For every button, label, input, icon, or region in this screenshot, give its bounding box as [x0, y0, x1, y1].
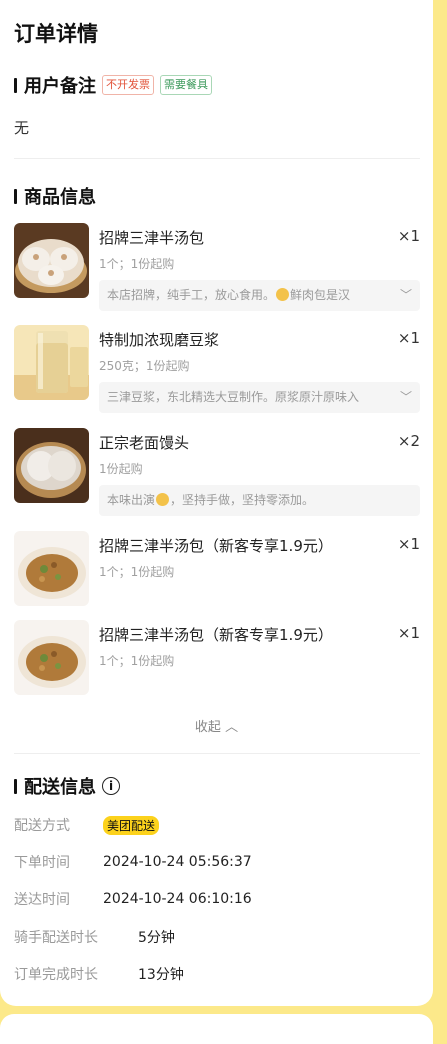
delivery-title: 配送信息 [24, 777, 96, 798]
remark-section-header: 用户备注 不开发票 需要餐具 [14, 72, 212, 98]
section-marker [14, 778, 17, 794]
chevron-down-icon[interactable]: ﹀ [400, 280, 412, 311]
item-spec: 1个；1份起购 [99, 565, 175, 579]
collapse-label: 收起 [194, 720, 221, 735]
item-quantity: ×1 [397, 329, 420, 347]
item-name: 特制加浓现磨豆浆 [99, 331, 220, 349]
delivered-time-row: 送达时间 2024-10-24 06:10:16 [14, 889, 252, 909]
delivery-method-badge: 美团配送 [103, 815, 160, 835]
remark-text: 无 [14, 119, 30, 137]
item-description[interactable]: 三津豆浆，东北精选大豆制作。原浆原汁原味入 ﹀ [99, 382, 420, 413]
item-description-text: 三津豆浆，东北精选大豆制作。原浆原汁原味入 [107, 390, 360, 404]
info-value: 2024-10-24 06:10:16 [103, 891, 252, 907]
item-name: 招牌三津半汤包 [99, 229, 205, 247]
item-name: 招牌三津半汤包（新客专享1.9元） [99, 537, 333, 555]
remark-title: 用户备注 [24, 76, 96, 97]
collapse-button[interactable]: 收起 ︿ [0, 716, 433, 735]
goods-item[interactable]: 正宗老面馒头 ×2 1份起购 本味出演 ，坚持手做，坚持零添加。 [14, 428, 420, 518]
goods-title: 商品信息 [24, 187, 96, 208]
item-description-tail: ，坚持手做，坚持零添加。 [170, 493, 315, 507]
item-quantity: ×1 [397, 624, 420, 642]
section-marker [14, 77, 17, 93]
soy-milk-glass-image [14, 325, 89, 400]
delivery-section-header: 配送信息 i [14, 773, 120, 799]
order-complete-duration-row: 订单完成时长 13分钟 [14, 964, 184, 984]
section-marker [14, 188, 17, 204]
goods-item[interactable]: 招牌三津半汤包 ×1 1个；1份起购 本店招牌，纯手工，放心食用。 鲜肉包是汉 ﹀ [14, 223, 420, 313]
next-card [0, 1014, 433, 1044]
smile-emoji-icon [276, 288, 290, 301]
item-name: 正宗老面馒头 [99, 434, 190, 452]
item-name: 招牌三津半汤包（新客专享1.9元） [99, 626, 333, 644]
steamed-bun-basket-image [14, 223, 89, 298]
rider-duration-row: 骑手配送时长 5分钟 [14, 927, 175, 947]
item-description-text: 本味出演 [107, 493, 156, 507]
item-description: 本味出演 ，坚持手做，坚持零添加。 [99, 485, 420, 516]
item-quantity: ×1 [397, 227, 420, 245]
goods-item[interactable]: 招牌三津半汤包（新客专享1.9元） ×1 1个；1份起购 [14, 531, 420, 606]
cut-bun-image [14, 620, 89, 695]
item-description-tail: 鲜肉包是汉 [290, 288, 351, 302]
mantou-basket-image [14, 428, 89, 503]
delivery-method-row: 配送方式 美团配送 [14, 815, 160, 835]
item-quantity: ×1 [397, 535, 420, 553]
order-detail-card: 订单详情 用户备注 不开发票 需要餐具 无 商品信息 招牌三津半汤包 ×1 1个… [0, 0, 433, 1006]
info-value: 13分钟 [138, 967, 184, 983]
chevron-up-icon: ︿ [225, 720, 239, 735]
no-invoice-tag: 不开发票 [102, 75, 154, 95]
info-label: 订单完成时长 [14, 967, 98, 983]
info-value: 2024-10-24 05:56:37 [103, 854, 252, 870]
item-spec: 1个；1份起购 [99, 654, 175, 668]
info-label: 配送方式 [14, 818, 70, 834]
page-title: 订单详情 [14, 22, 98, 46]
goods-item[interactable]: 特制加浓现磨豆浆 ×1 250克；1份起购 三津豆浆，东北精选大豆制作。原浆原汁… [14, 325, 420, 415]
goods-item[interactable]: 招牌三津半汤包（新客专享1.9元） ×1 1个；1份起购 [14, 620, 420, 695]
item-spec: 250克；1份起购 [99, 359, 190, 373]
info-label: 下单时间 [14, 855, 70, 871]
info-value: 5分钟 [138, 930, 175, 946]
info-icon[interactable]: i [102, 777, 120, 795]
item-description-text: 本店招牌，纯手工，放心食用。 [107, 288, 276, 302]
order-time-row: 下单时间 2024-10-24 05:56:37 [14, 852, 252, 872]
info-label: 送达时间 [14, 892, 70, 908]
item-spec: 1个；1份起购 [99, 257, 175, 271]
chevron-down-icon[interactable]: ﹀ [400, 382, 412, 413]
goods-section-header: 商品信息 [14, 183, 96, 209]
need-tableware-tag: 需要餐具 [160, 75, 212, 95]
divider [14, 753, 420, 754]
item-quantity: ×2 [397, 432, 420, 450]
smile-emoji-icon [156, 493, 170, 506]
item-description[interactable]: 本店招牌，纯手工，放心食用。 鲜肉包是汉 ﹀ [99, 280, 420, 311]
divider [14, 158, 420, 159]
cut-bun-image [14, 531, 89, 606]
info-label: 骑手配送时长 [14, 930, 98, 946]
item-spec: 1份起购 [99, 462, 143, 476]
